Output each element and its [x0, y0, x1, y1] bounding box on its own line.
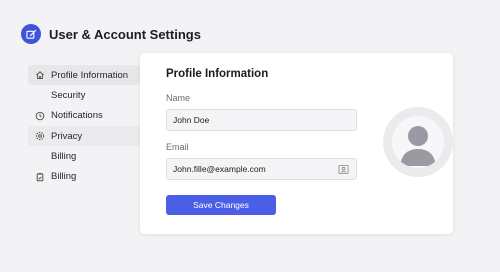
- sidebar-item-profile-information[interactable]: Profile Information: [28, 65, 140, 85]
- sidebar-item-billing[interactable]: Billing: [28, 147, 140, 167]
- save-changes-button[interactable]: Save Changes: [166, 195, 276, 215]
- sidebar-item-label: Profile Information: [51, 69, 129, 81]
- sidebar-item-label: Notifications: [51, 110, 103, 122]
- page-header: User & Account Settings: [21, 23, 201, 45]
- clock-icon: [35, 111, 45, 121]
- sidebar-item-label: Security: [51, 89, 86, 101]
- sidebar-item-label: Billing: [51, 171, 77, 183]
- card-title: Profile Information: [166, 68, 269, 80]
- contact-card-icon: [338, 164, 349, 175]
- sidebar-item-privacy[interactable]: Privacy: [28, 126, 140, 147]
- clipboard-icon: [36, 172, 44, 182]
- profile-card: Profile Information Name John Doe Email …: [140, 53, 453, 234]
- sidebar-item-notifications[interactable]: Notifications: [28, 106, 140, 126]
- edit-icon[interactable]: [21, 24, 41, 44]
- sidebar-item-security[interactable]: Security: [28, 85, 140, 105]
- name-value: John Doe: [173, 115, 210, 125]
- email-label: Email: [166, 142, 189, 152]
- email-field[interactable]: John.fille@example.com: [166, 158, 357, 180]
- user-avatar-icon: [400, 126, 436, 166]
- sidebar: Profile Information Security Notificatio…: [28, 65, 140, 187]
- email-value: John.fille@example.com: [173, 164, 266, 174]
- gear-icon: [35, 132, 45, 141]
- name-field[interactable]: John Doe: [166, 109, 357, 131]
- page-title: User & Account Settings: [49, 26, 201, 42]
- avatar[interactable]: [383, 107, 453, 177]
- sidebar-item-label: Privacy: [51, 130, 83, 142]
- name-label: Name: [166, 93, 191, 103]
- home-icon: [36, 71, 44, 79]
- avatar-image: [392, 116, 444, 168]
- sidebar-item-label: Billing: [51, 151, 77, 163]
- sidebar-item-billing-2[interactable]: Billing: [28, 167, 140, 187]
